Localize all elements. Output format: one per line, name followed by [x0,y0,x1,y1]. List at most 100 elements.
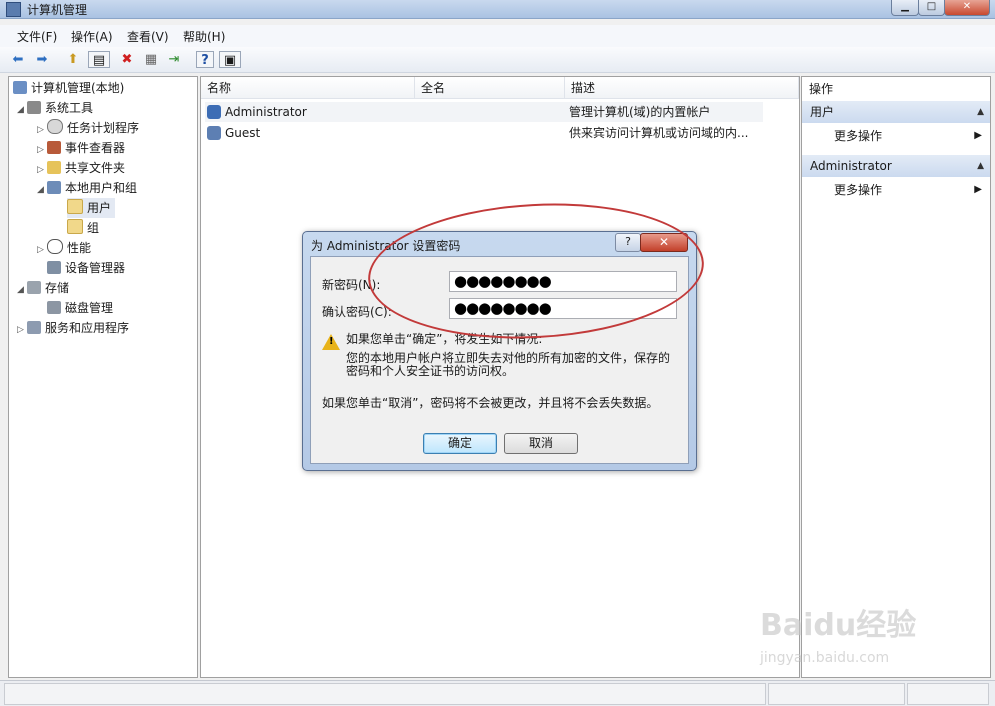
tools-icon [27,101,41,114]
tree-label: 磁盘管理 [65,301,114,315]
properties-icon[interactable]: ▦ [142,51,160,68]
ok-button[interactable]: 确定 [423,433,497,454]
tree-item-services[interactable]: ▷ 服务和应用程序 [17,318,129,338]
cell-name: Guest [207,123,260,143]
tree-label: 系统工具 [45,101,94,115]
device-manager-icon [47,261,61,274]
close-button[interactable]: ✕ [944,0,990,16]
tree-label: 存储 [45,281,70,295]
tree-item-disk-management[interactable]: 磁盘管理 [47,298,113,318]
view-icon[interactable]: ▣ [219,51,241,68]
more-actions-administrator[interactable]: 更多操作 ▶ [802,179,990,201]
column-header-name[interactable]: 名称 [201,77,415,99]
status-segment [768,683,905,705]
more-actions-users[interactable]: 更多操作 ▶ [802,125,990,147]
collapse-icon[interactable]: ◢ [37,180,47,200]
show-hide-tree-icon[interactable]: ▤ [88,51,110,68]
menu-help[interactable]: 帮助(H) [183,28,225,45]
table-row[interactable]: Guest 供来宾访问计算机或访问域的内... [205,123,763,143]
actions-section-users[interactable]: 用户 ▲ [802,101,990,123]
status-segment [907,683,989,705]
tree-label: 设备管理器 [65,261,126,275]
confirm-password-field[interactable]: ●●●●●●●● [449,298,677,319]
table-row[interactable]: Administrator 管理计算机(域)的内置帐户 [205,102,763,122]
status-bar [0,680,995,706]
tree-item-event-viewer[interactable]: ▷ 事件查看器 [37,138,125,158]
tree-label: 用户 [87,201,112,215]
column-header-fullname[interactable]: 全名 [415,77,565,99]
watermark-url: jingyan.baidu.com [760,650,890,666]
export-icon[interactable]: ⇥ [165,51,183,68]
back-icon[interactable]: ⬅ [9,51,27,68]
minimize-button[interactable]: ▁ [891,0,919,16]
tree-label: 组 [87,221,100,235]
maximize-button[interactable]: □ [918,0,945,16]
cell-description: 供来宾访问计算机或访问域的内... [569,126,749,140]
cell-description: 管理计算机(域)的内置帐户 [569,105,711,119]
menu-bar: 文件(F) 操作(A) 查看(V) 帮助(H) [0,25,995,47]
section-label: 用户 [810,105,835,119]
cancel-button[interactable]: 取消 [504,433,578,454]
shared-folder-icon [47,161,61,174]
computer-icon [13,81,27,94]
expand-icon[interactable]: ▷ [37,240,47,260]
warning-text-line1: 如果您单击“确定”，将发生如下情况: [346,332,543,346]
title-bar: 计算机管理 ▁ □ ✕ [0,0,995,19]
column-header-description[interactable]: 描述 [565,77,799,99]
action-label: 更多操作 [834,129,883,143]
tree-label: 服务和应用程序 [45,321,130,335]
cell-name: Administrator [207,102,307,122]
expand-icon[interactable]: ▷ [17,320,27,340]
collapse-arrow-icon[interactable]: ▲ [977,101,984,123]
confirm-password-label: 确认密码(C): [322,305,392,319]
window-title: 计算机管理 [27,3,88,17]
toolbar: ⬅ ➡ ⬆ ▤ ✖ ▦ ⇥ ? ▣ [0,47,995,73]
forward-icon[interactable]: ➡ [33,51,51,68]
folder-icon [67,199,83,214]
tree-label: 性能 [67,241,92,255]
tree-item-groups[interactable]: 组 [67,218,99,238]
tree-item-task-scheduler[interactable]: ▷ 任务计划程序 [37,118,139,138]
menu-action[interactable]: 操作(A) [71,28,113,45]
submenu-arrow-icon: ▶ [974,184,982,195]
tree-item-performance[interactable]: ▷ 性能 [37,238,91,258]
tree-item-users[interactable]: 用户 [67,198,116,218]
tree-item-root[interactable]: 计算机管理(本地) [13,78,124,98]
menu-view[interactable]: 查看(V) [127,28,169,45]
computer-management-icon [6,2,21,17]
tree-item-local-users-groups[interactable]: ◢ 本地用户和组 [37,178,137,198]
new-password-field[interactable]: ●●●●●●●● [449,271,677,292]
folder-icon [67,219,83,234]
watermark-logo: Baidu经验 [760,608,917,643]
expand-icon[interactable]: ▷ [37,120,47,140]
tree-item-shared-folders[interactable]: ▷ 共享文件夹 [37,158,125,178]
new-password-label: 新密码(N): [322,278,381,292]
console-tree: 计算机管理(本地) ◢ 系统工具 ▷ 任务计划程序 ▷ 事件查看器 ▷ 共享文件夹 ◢ 本… [8,76,198,678]
set-password-dialog: 为 Administrator 设置密码 ? ✕ 新密码(N): ●●●●●●●… [302,231,697,471]
disk-icon [47,301,61,314]
collapse-arrow-icon[interactable]: ▲ [977,155,984,177]
dialog-close-button[interactable]: ✕ [640,233,688,252]
actions-header: 操作 [809,82,834,96]
section-label: Administrator [810,159,892,173]
tree-label: 本地用户和组 [65,181,138,195]
menu-file[interactable]: 文件(F) [17,28,57,45]
collapse-icon[interactable]: ◢ [17,280,27,300]
help-icon[interactable]: ? [196,51,214,68]
performance-icon [47,239,63,254]
dialog-title: 为 Administrator 设置密码 [311,239,461,253]
expand-icon[interactable]: ▷ [37,140,47,160]
disabled-user-icon [207,126,221,140]
action-label: 更多操作 [834,183,883,197]
tree-item-system-tools[interactable]: ◢ 系统工具 [17,98,93,118]
delete-icon[interactable]: ✖ [118,51,136,68]
expand-icon[interactable]: ▷ [37,160,47,180]
storage-icon [27,281,41,294]
tree-label: 任务计划程序 [67,121,140,135]
up-icon[interactable]: ⬆ [64,51,82,68]
collapse-icon[interactable]: ◢ [17,100,27,120]
tree-item-device-manager[interactable]: 设备管理器 [47,258,125,278]
actions-section-administrator[interactable]: Administrator ▲ [802,155,990,177]
dialog-help-button[interactable]: ? [615,233,641,252]
tree-item-storage[interactable]: ◢ 存储 [17,278,69,298]
